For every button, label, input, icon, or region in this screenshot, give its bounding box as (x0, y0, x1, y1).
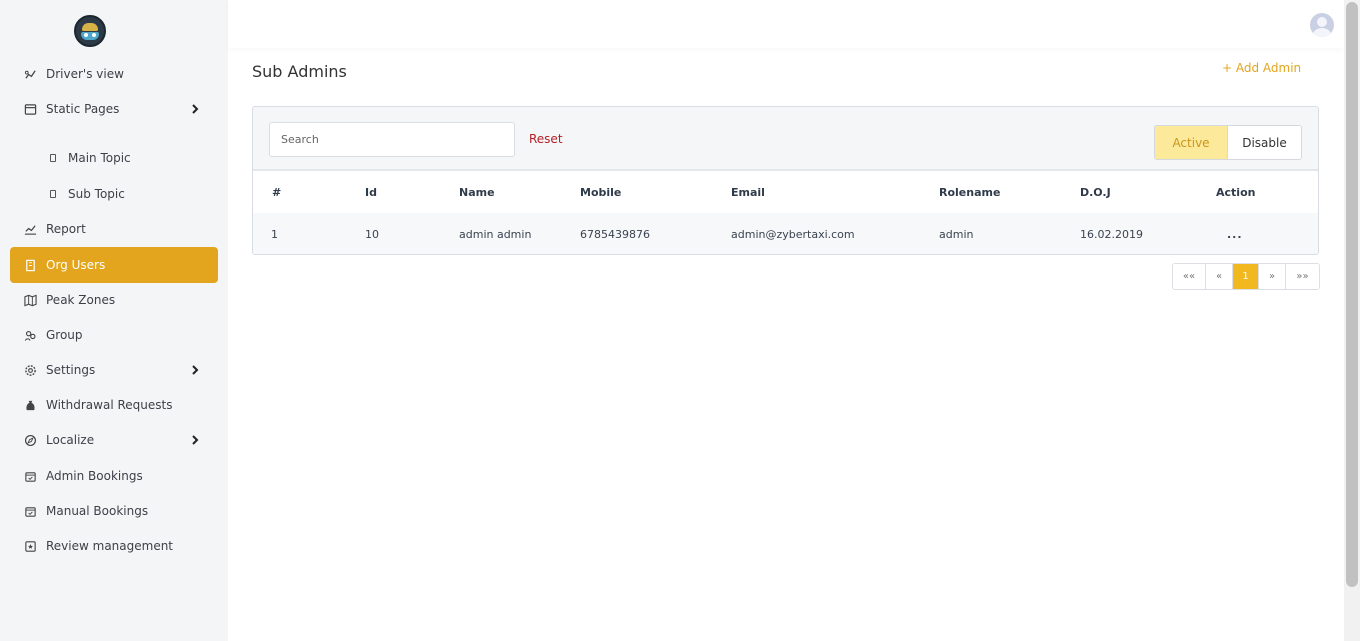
table-cell: 6785439876 (580, 227, 650, 241)
sidebar-item-org-users[interactable]: Org Users (10, 247, 218, 283)
sub-admins-card: Reset Active Disable # Id Name Mobile Em… (252, 106, 1319, 255)
row-actions-button[interactable]: ... (1227, 213, 1243, 254)
topbar (228, 0, 1344, 48)
active-toggle-button[interactable]: Active (1155, 126, 1228, 159)
table-cell: admin admin (459, 227, 532, 241)
sidebar-item-withdrawal-requests[interactable]: Withdrawal Requests (10, 387, 218, 423)
sidebar-item-label: Sub Topic (68, 187, 125, 201)
last-page-button[interactable]: »» (1286, 264, 1319, 289)
sidebar-item-label: Report (46, 222, 86, 236)
user-avatar-icon[interactable] (1310, 13, 1334, 37)
column-header[interactable]: Rolename (939, 171, 1000, 213)
table-cell: admin (939, 227, 974, 241)
sidebar-item-label: Localize (46, 433, 95, 447)
chart-icon (23, 222, 37, 236)
sidebar-item-peak-zones[interactable]: Peak Zones (10, 282, 218, 318)
reset-button[interactable]: Reset (529, 132, 563, 146)
compass-icon (23, 433, 37, 447)
column-header[interactable]: D.O.J (1080, 171, 1111, 213)
sidebar-item-label: Driver's view (46, 67, 124, 81)
first-page-button[interactable]: «« (1173, 264, 1206, 289)
sidebar-item-static-pages[interactable]: Static Pages (10, 91, 218, 127)
browser-icon (23, 102, 37, 116)
page-icon (50, 154, 56, 162)
column-header[interactable]: Email (731, 171, 765, 213)
sidebar-item-label: Org Users (46, 258, 106, 272)
sidebar-item-label: Manual Bookings (46, 504, 149, 518)
sidebar-item-label: Peak Zones (46, 293, 116, 307)
sidebar-item-admin-bookings[interactable]: Admin Bookings (10, 458, 218, 494)
sidebar: Driver's view Static Pages Main Topic Su… (0, 0, 228, 641)
table-row: 1 10 admin admin 6785439876 admin@zybert… (253, 213, 1318, 254)
column-header[interactable]: Id (365, 171, 377, 213)
search-input[interactable] (269, 122, 515, 157)
table-header-row: # Id Name Mobile Email Rolename D.O.J Ac… (253, 171, 1318, 213)
table-toolbar: Reset Active Disable (253, 107, 1318, 171)
sidebar-item-label: Static Pages (46, 102, 120, 116)
add-admin-button[interactable]: + Add Admin (1222, 61, 1301, 75)
sidebar-item-label: Admin Bookings (46, 469, 143, 483)
sidebar-item-manual-bookings[interactable]: Manual Bookings (10, 493, 218, 529)
sidebar-item-label: Settings (46, 363, 96, 377)
sidebar-item-sub-topic[interactable]: Sub Topic (10, 176, 218, 212)
sidebar-item-main-topic[interactable]: Main Topic (10, 140, 218, 176)
disable-toggle-button[interactable]: Disable (1228, 126, 1301, 159)
money-bag-icon (23, 398, 37, 412)
group-icon (23, 328, 37, 342)
review-icon (23, 539, 37, 553)
table-cell: admin@zybertaxi.com (731, 227, 855, 241)
map-icon (23, 293, 37, 307)
scrollbar-thumb[interactable] (1346, 2, 1358, 587)
next-page-button[interactable]: » (1259, 264, 1286, 289)
table-cell: 16.02.2019 (1080, 227, 1143, 241)
column-header[interactable]: Name (459, 171, 495, 213)
chevron-right-icon (192, 104, 199, 114)
sidebar-item-label: Main Topic (68, 151, 131, 165)
app-logo[interactable] (74, 15, 106, 47)
gear-icon (23, 363, 37, 377)
sidebar-item-localize[interactable]: Localize (10, 422, 218, 458)
page-scrollbar[interactable] (1344, 0, 1360, 641)
calendar-check-icon (23, 504, 37, 518)
sidebar-item-review-management[interactable]: Review management (10, 528, 218, 564)
sidebar-item-label: Group (46, 328, 83, 342)
sidebar-item-drivers-view[interactable]: Driver's view (10, 56, 218, 92)
sidebar-item-report[interactable]: Report (10, 211, 218, 247)
sidebar-item-group[interactable]: Group (10, 317, 218, 353)
prev-page-button[interactable]: « (1206, 264, 1233, 289)
column-header[interactable]: Mobile (580, 171, 621, 213)
steering-icon (23, 67, 37, 81)
sidebar-item-label: Review management (46, 539, 174, 553)
table-cell: 10 (365, 227, 379, 241)
sidebar-item-label: Withdrawal Requests (46, 398, 173, 412)
page-1-button[interactable]: 1 (1233, 264, 1259, 289)
calendar-check-icon (23, 469, 37, 483)
column-header: Action (1216, 185, 1256, 199)
building-icon (23, 258, 37, 272)
table-cell: 1 (271, 227, 278, 241)
chevron-right-icon (192, 365, 199, 375)
page-title: Sub Admins (252, 62, 347, 81)
pagination: «« « 1 » »» (1172, 263, 1320, 290)
status-toggle: Active Disable (1154, 125, 1302, 160)
chevron-right-icon (192, 435, 199, 445)
column-header[interactable]: # (272, 171, 281, 213)
page-icon (50, 190, 56, 198)
sidebar-item-settings[interactable]: Settings (10, 352, 218, 388)
